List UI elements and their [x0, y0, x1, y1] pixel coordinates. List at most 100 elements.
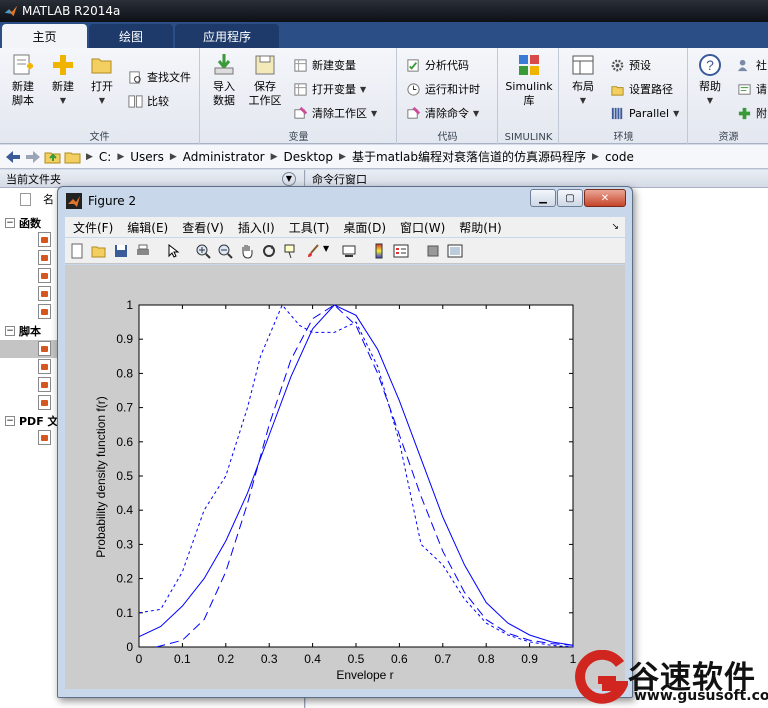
simulink-library-button[interactable]: Simulink 库 — [505, 52, 553, 108]
hide-plot-tools-icon[interactable] — [425, 243, 441, 259]
clear-workspace-icon — [294, 106, 308, 119]
save-figure-icon[interactable] — [113, 243, 129, 259]
print-figure-icon[interactable] — [135, 243, 151, 259]
m-file-icon[interactable] — [38, 304, 51, 319]
name-column-label: 名 — [43, 193, 54, 206]
breadcrumb-administrator[interactable]: Administrator — [183, 150, 265, 164]
m-file-icon[interactable] — [38, 232, 51, 247]
panel-menu-icon[interactable]: ▼ — [282, 172, 296, 186]
request-support-label: 请 — [756, 83, 767, 96]
close-button[interactable]: ✕ — [584, 189, 626, 207]
app-title: MATLAB R2014a — [22, 4, 121, 18]
m-file-icon[interactable] — [38, 341, 51, 356]
collapse-icon[interactable]: − — [5, 416, 15, 426]
run-and-time-button[interactable]: 运行和计时 — [406, 80, 480, 98]
m-file-icon[interactable] — [38, 268, 51, 283]
set-path-button[interactable]: 设置路径 — [610, 80, 673, 98]
breadcrumb-code[interactable]: code — [605, 150, 634, 164]
figure-toolbar: ▼ — [65, 238, 625, 264]
help-button[interactable]: ? 帮助 ▼ — [695, 52, 725, 108]
tab-apps[interactable]: 应用程序 — [175, 24, 279, 48]
find-files-button[interactable]: 查找文件 — [128, 68, 191, 86]
save-workspace-button[interactable]: 保存 工作区 — [247, 52, 283, 108]
m-file-icon[interactable] — [38, 359, 51, 374]
x-tick-label: 0.2 — [217, 652, 234, 666]
brush-dropdown-icon[interactable]: ▼ — [323, 244, 329, 253]
pdf-file-icon[interactable] — [38, 430, 51, 445]
layout-button[interactable]: 布局 ▼ — [566, 52, 600, 108]
request-support-button[interactable]: 请 — [737, 80, 767, 98]
menubar-dock-arrow-icon[interactable]: ↘ — [611, 222, 619, 232]
new-script-button[interactable]: 新建 脚本 — [6, 52, 40, 108]
analyze-code-button[interactable]: 分析代码 — [406, 56, 469, 74]
import-data-button[interactable]: 导入 数据 — [209, 52, 239, 108]
new-label: 新建 — [52, 80, 74, 93]
m-file-icon[interactable] — [38, 377, 51, 392]
menu-window[interactable]: 窗口(W) — [400, 219, 445, 236]
data-cursor-icon[interactable] — [283, 243, 299, 259]
zoom-out-icon[interactable] — [217, 243, 233, 259]
menu-file[interactable]: 文件(F) — [73, 219, 113, 236]
open-button[interactable]: 打开 ▼ — [86, 52, 118, 108]
menu-edit[interactable]: 编辑(E) — [127, 219, 168, 236]
preferences-button[interactable]: 预设 — [610, 56, 651, 74]
tree-group-pdf[interactable]: − PDF 文 — [0, 412, 59, 430]
menu-desktop[interactable]: 桌面(D) — [343, 219, 386, 236]
collapse-icon[interactable]: − — [5, 326, 15, 336]
name-column-header[interactable]: 名 — [20, 190, 54, 208]
y-tick-label: 0.8 — [116, 366, 133, 380]
x-tick-label: 0.3 — [261, 652, 278, 666]
clear-commands-button[interactable]: 清除命令 ▼ — [406, 104, 479, 122]
back-arrow-icon[interactable] — [4, 149, 22, 165]
parallel-button[interactable]: Parallel ▼ — [610, 104, 679, 122]
breadcrumb-desktop[interactable]: Desktop — [284, 150, 334, 164]
menu-tools[interactable]: 工具(T) — [289, 219, 330, 236]
axes-box — [138, 304, 574, 648]
analyze-code-label: 分析代码 — [425, 59, 469, 72]
breadcrumb-users[interactable]: Users — [130, 150, 164, 164]
browse-folder-icon[interactable] — [64, 149, 82, 165]
open-variable-button[interactable]: 打开变量 ▼ — [293, 80, 366, 98]
zoom-in-icon[interactable] — [195, 243, 211, 259]
preferences-label: 预设 — [629, 59, 651, 72]
new-button[interactable]: 新建 ▼ — [48, 52, 78, 108]
clear-workspace-button[interactable]: 清除工作区 ▼ — [293, 104, 377, 122]
open-file-icon[interactable] — [91, 243, 107, 259]
edit-plot-arrow-icon[interactable] — [165, 243, 181, 259]
tab-plots[interactable]: 绘图 — [89, 24, 173, 48]
colorbar-icon[interactable] — [371, 243, 387, 259]
tree-group-scripts[interactable]: − 脚本 — [0, 322, 41, 340]
pan-hand-icon[interactable] — [239, 243, 255, 259]
new-variable-icon — [294, 58, 307, 72]
forward-arrow-icon[interactable] — [24, 149, 42, 165]
add-ons-button[interactable]: 附 — [737, 104, 767, 122]
rotate-3d-icon[interactable] — [261, 243, 277, 259]
breadcrumb-project-folder[interactable]: 基于matlab编程对衰落信道的仿真源码程序 — [352, 148, 586, 165]
breadcrumb-drive[interactable]: C: — [99, 150, 111, 164]
new-dropdown-icon: ▼ — [59, 96, 67, 105]
y-tick-label: 0.9 — [116, 332, 133, 346]
m-file-icon[interactable] — [38, 286, 51, 301]
show-plot-tools-icon[interactable] — [447, 243, 463, 259]
brush-icon[interactable] — [305, 243, 321, 259]
menu-help[interactable]: 帮助(H) — [459, 219, 501, 236]
collapse-icon[interactable]: − — [5, 218, 15, 228]
up-folder-icon[interactable] — [44, 149, 62, 165]
tab-home[interactable]: 主页 — [2, 24, 87, 48]
compare-button[interactable]: 比较 — [128, 92, 169, 110]
new-figure-icon[interactable] — [69, 243, 85, 259]
maximize-button[interactable]: ▢ — [557, 189, 583, 207]
legend-icon[interactable] — [393, 243, 409, 259]
minimize-button[interactable]: ▁ — [530, 189, 556, 207]
menu-insert[interactable]: 插入(I) — [238, 219, 275, 236]
tree-group-functions[interactable]: − 函数 — [0, 214, 41, 232]
m-file-icon[interactable] — [38, 395, 51, 410]
link-plot-icon[interactable] — [341, 243, 357, 259]
new-variable-button[interactable]: 新建变量 — [293, 56, 356, 74]
community-button[interactable]: 社 — [737, 56, 767, 74]
menu-view[interactable]: 查看(V) — [182, 219, 224, 236]
layout-label: 布局 — [572, 80, 594, 93]
m-file-icon[interactable] — [38, 250, 51, 265]
figure-title-bar[interactable]: Figure 2 ▁ ▢ ✕ — [58, 187, 632, 215]
parallel-icon — [611, 107, 623, 119]
